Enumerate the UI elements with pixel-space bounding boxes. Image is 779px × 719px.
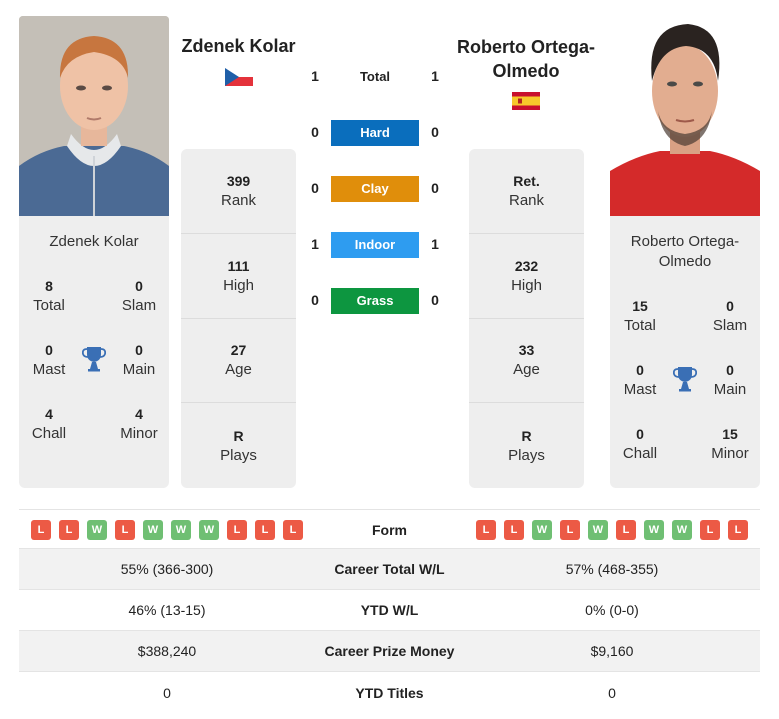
player-card-left: Zdenek Kolar 8 Total 0 Slam 0 Mast 0 Mai… [19, 216, 169, 488]
stat-plays: R Plays [508, 427, 545, 464]
form-badge-loss[interactable]: L [115, 520, 135, 540]
stat-high: 232 High [469, 234, 584, 319]
form-badge-loss[interactable]: L [59, 520, 79, 540]
form-badge-win[interactable]: W [143, 520, 163, 540]
titles-slam: 0 Slam [712, 298, 748, 334]
player-card-right: Roberto Ortega- Olmedo 15 Total 0 Slam 0… [610, 216, 760, 488]
form-badges-left: L L W L W W W L L L [31, 520, 303, 540]
form-badge-win[interactable]: W [588, 520, 608, 540]
trophy-icon [672, 366, 698, 392]
surface-clay-button[interactable]: Clay [331, 176, 419, 202]
surface-hard-button[interactable]: Hard [331, 120, 419, 146]
titles-slam: 0 Slam [121, 278, 157, 314]
player-photo-right[interactable] [610, 16, 760, 216]
stat-age: 27 Age [181, 319, 296, 404]
stats-column-right: Ret. Rank 232 High 33 Age R Plays [469, 149, 584, 488]
form-badge-win[interactable]: W [644, 520, 664, 540]
trophy-icon [81, 346, 107, 372]
player-name-right[interactable]: Roberto Ortega- Olmedo [452, 35, 600, 83]
titles-total: 15 Total [624, 298, 656, 334]
form-badge-win[interactable]: W [199, 520, 219, 540]
titles-minor: 4 Minor [120, 406, 158, 442]
titles-chall: 0 Chall [622, 426, 658, 462]
titles-total: 8 Total [33, 278, 65, 314]
stats-column-left: 399 Rank 111 High 27 Age R Plays [181, 149, 296, 488]
stat-plays: R Plays [220, 427, 257, 464]
form-badge-win[interactable]: W [672, 520, 692, 540]
titles-main: 0 Main [122, 342, 156, 378]
form-badge-loss[interactable]: L [728, 520, 748, 540]
titles-chall: 4 Chall [31, 406, 67, 442]
h2h-row-hard: 0 Hard 0 [305, 120, 450, 146]
surface-indoor-button[interactable]: Indoor [331, 232, 419, 258]
stat-high: 111 High [181, 234, 296, 319]
comparison-table: 55% (366-300) Career Total W/L 57% (468-… [19, 549, 760, 713]
titles-minor: 15 Minor [711, 426, 749, 462]
player-card-name: Roberto Ortega- Olmedo [630, 233, 740, 270]
player-name-left[interactable]: Zdenek Kolar [176, 34, 301, 58]
form-badge-loss[interactable]: L [227, 520, 247, 540]
form-badge-loss[interactable]: L [616, 520, 636, 540]
form-badge-loss[interactable]: L [476, 520, 496, 540]
table-row: 55% (366-300) Career Total W/L 57% (468-… [19, 549, 760, 590]
surface-grass-button[interactable]: Grass [331, 288, 419, 314]
form-badge-loss[interactable]: L [700, 520, 720, 540]
titles-main: 0 Main [713, 362, 747, 398]
form-badge-loss[interactable]: L [283, 520, 303, 540]
form-badges-right: L L W L W L W W L L [476, 520, 748, 540]
titles-mast: 0 Mast [623, 362, 657, 398]
player-card-name: Zdenek Kolar [49, 233, 139, 250]
player-photo-image [610, 16, 760, 216]
h2h-label-total: Total [359, 69, 391, 84]
form-badge-loss[interactable]: L [504, 520, 524, 540]
form-row: Form L L W L W W W L L L L L W L W L W W… [19, 509, 760, 549]
form-badge-loss[interactable]: L [560, 520, 580, 540]
h2h-row-indoor: 1 Indoor 1 [305, 232, 450, 258]
table-row: 46% (13-15) YTD W/L 0% (0-0) [19, 590, 760, 631]
form-badge-win[interactable]: W [171, 520, 191, 540]
czech-flag-icon [225, 68, 253, 86]
titles-mast: 0 Mast [32, 342, 66, 378]
h2h-row-total: 1 Total 1 [305, 64, 450, 88]
form-badge-win[interactable]: W [532, 520, 552, 540]
form-badge-loss[interactable]: L [31, 520, 51, 540]
player-photo-left[interactable] [19, 16, 169, 216]
h2h-row-grass: 0 Grass 0 [305, 288, 450, 314]
stat-rank: 399 Rank [181, 149, 296, 234]
stat-age: 33 Age [469, 319, 584, 404]
table-row: $388,240 Career Prize Money $9,160 [19, 631, 760, 672]
form-badge-loss[interactable]: L [255, 520, 275, 540]
player-photo-image [19, 16, 169, 216]
stat-rank: Ret. Rank [469, 149, 584, 234]
table-row: 0 YTD Titles 0 [163, 684, 616, 701]
form-badge-win[interactable]: W [87, 520, 107, 540]
spain-flag-icon [512, 92, 540, 110]
h2h-row-clay: 0 Clay 0 [305, 176, 450, 202]
